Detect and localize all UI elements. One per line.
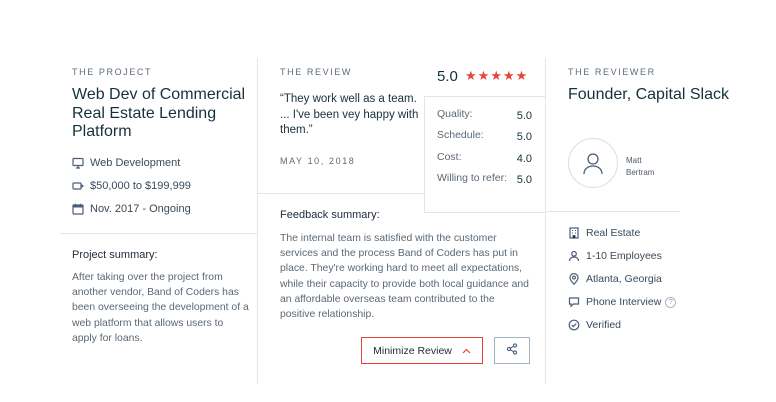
review-card: THE PROJECT Web Dev of Commercial Real E… — [0, 0, 776, 402]
project-eyebrow: THE PROJECT — [72, 67, 153, 77]
star-icon: ★ — [465, 68, 477, 83]
feedback-summary-label: Feedback summary: — [280, 209, 380, 221]
rating-value: 5.0 — [516, 110, 532, 122]
review-divider — [258, 193, 424, 194]
review-quote: “They work well as a team. ... I've been… — [280, 93, 419, 136]
user-icon — [568, 250, 580, 262]
rating-value: 5.0 — [516, 174, 532, 186]
star-icon: ★ — [490, 68, 502, 83]
reviewer-divider — [546, 211, 680, 212]
project-timeline-label: Nov. 2017 - Ongoing — [90, 203, 191, 215]
review-eyebrow: THE REVIEW — [280, 67, 353, 77]
project-summary-text: After taking over the project from anoth… — [72, 272, 249, 344]
location-pin-icon — [568, 273, 580, 285]
rating-quality: Quality: 5.0 — [437, 108, 532, 122]
feedback-summary-text: The internal team is satisfied with the … — [280, 233, 529, 321]
reviewer-name: Matt Bertram — [626, 155, 654, 179]
building-icon — [568, 227, 580, 239]
rating-cost: Cost: 4.0 — [437, 151, 532, 165]
project-summary-label: Project summary: — [72, 249, 158, 261]
rating-schedule: Schedule: 5.0 — [437, 129, 532, 143]
ratings-bottom-divider — [424, 212, 545, 213]
project-service: Web Development — [72, 157, 180, 169]
overall-score: 5.0 — [437, 68, 458, 85]
reviewer-industry: Real Estate — [568, 227, 640, 239]
reviewer-review-type: Phone Interview ? — [568, 296, 677, 308]
reviewer-industry-label: Real Estate — [586, 227, 641, 239]
user-avatar-icon — [568, 138, 618, 188]
column-divider-right — [545, 58, 546, 384]
minimize-review-button[interactable]: Minimize Review — [361, 337, 483, 364]
minimize-review-label: Minimize Review — [373, 344, 452, 357]
star-icon: ★ — [515, 68, 528, 83]
star-rating: ★ ★ ★ ★ ★ — [465, 69, 527, 83]
column-divider-left — [257, 58, 258, 384]
reviewer-location-label: Atlanta, Georgia — [586, 273, 662, 285]
rating-value: 5.0 — [516, 131, 532, 143]
review-date: MAY 10, 2018 — [280, 156, 356, 166]
reviewer-status-label: Verified — [586, 319, 622, 331]
reviewer-size: 1-10 Employees — [568, 250, 662, 262]
project-budget-label: $50,000 to $199,999 — [90, 180, 191, 192]
ratings-top-divider — [424, 96, 545, 97]
reviewer-eyebrow: THE REVIEWER — [568, 67, 656, 77]
chat-icon — [568, 296, 580, 308]
help-icon[interactable]: ? — [665, 296, 677, 308]
reviewer-first-name: Matt — [626, 156, 642, 165]
monitor-icon — [72, 157, 84, 169]
star-icon: ★ — [477, 68, 490, 83]
rating-willing-to-refer: Willing to refer: 5.0 — [437, 172, 532, 186]
chevron-up-icon — [462, 345, 471, 357]
project-budget: $50,000 to $199,999 — [72, 180, 191, 192]
rating-label: Willing to refer: — [437, 172, 508, 184]
check-circle-icon — [568, 319, 580, 331]
project-timeline: Nov. 2017 - Ongoing — [72, 203, 191, 215]
reviewer-location: Atlanta, Georgia — [568, 273, 662, 285]
calendar-icon — [72, 203, 84, 215]
reviewer-title: Founder, Capital Slack — [568, 86, 729, 103]
share-icon — [506, 343, 518, 358]
rating-label: Cost: — [437, 151, 462, 163]
reviewer-size-label: 1-10 Employees — [586, 250, 662, 262]
project-service-label: Web Development — [90, 157, 181, 169]
reviewer-status: Verified — [568, 319, 621, 331]
reviewer-review-type-label: Phone Interview — [586, 296, 662, 308]
tag-icon — [72, 180, 84, 192]
rating-label: Quality: — [437, 108, 473, 120]
reviewer-last-name: Bertram — [626, 168, 655, 177]
rating-label: Schedule: — [437, 129, 484, 141]
rating-value: 4.0 — [516, 153, 532, 165]
star-icon: ★ — [502, 68, 515, 83]
share-button[interactable] — [494, 337, 530, 364]
ratings-divider — [424, 96, 425, 213]
project-divider — [60, 233, 257, 234]
project-title: Web Dev of Commercial Real Estate Lendin… — [72, 86, 246, 140]
